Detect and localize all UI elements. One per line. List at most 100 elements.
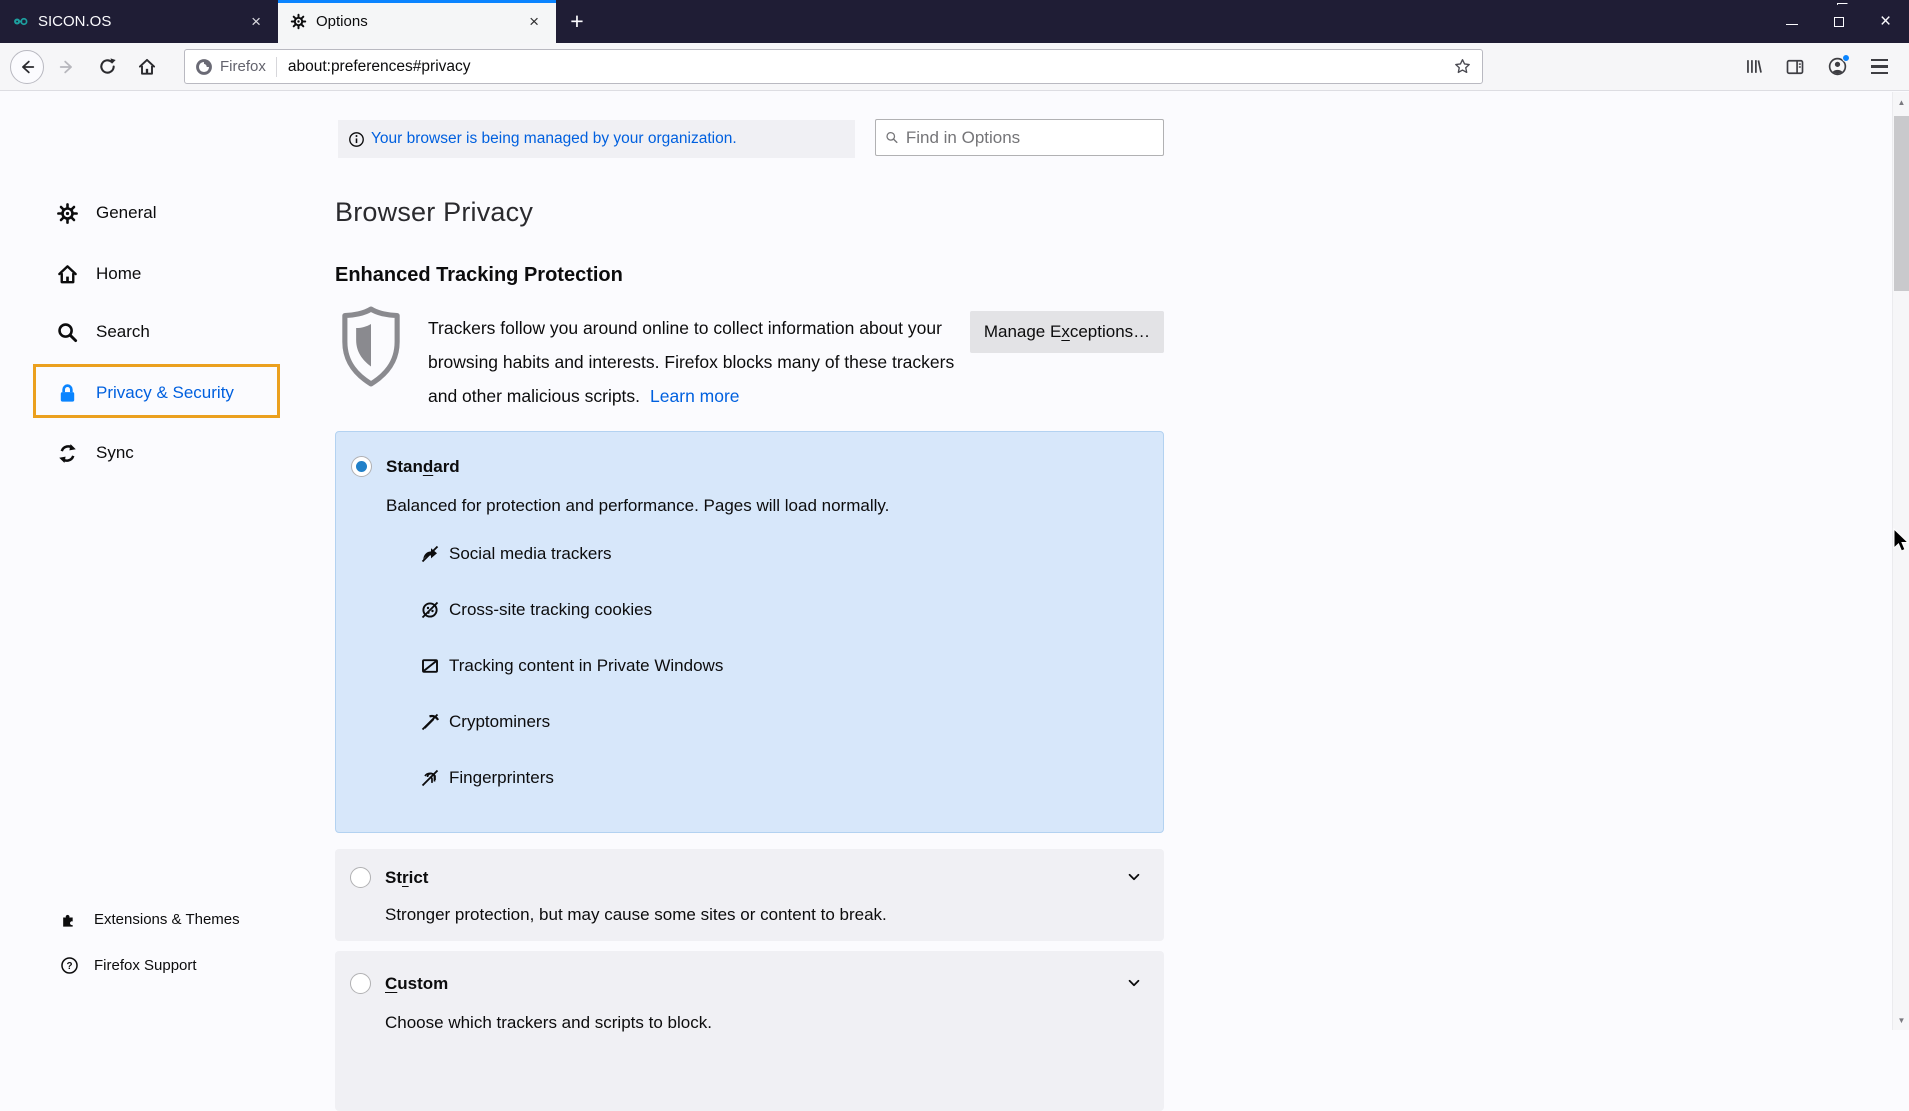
standard-description: Balanced for protection and performance.… <box>386 496 889 516</box>
list-item: Fingerprinters <box>420 768 723 788</box>
social-media-trackers-icon <box>420 544 440 564</box>
sidebar-item-label: Search <box>96 322 150 342</box>
minimize-icon <box>1786 24 1798 25</box>
cryptominers-icon <box>420 712 440 732</box>
restore-icon <box>1834 17 1844 27</box>
menu-button[interactable] <box>1863 51 1895 83</box>
find-in-options-box[interactable] <box>875 119 1164 156</box>
sidebar-item-sync[interactable]: Sync <box>55 431 134 475</box>
url-separator <box>276 57 277 77</box>
custom-label: Custom <box>385 974 448 994</box>
section-title: Enhanced Tracking Protection <box>335 264 623 287</box>
sidebar-item-label: Home <box>96 264 141 284</box>
url-bar[interactable]: Firefox about:preferences#privacy <box>184 49 1483 84</box>
reload-icon <box>98 57 117 76</box>
url-text[interactable]: about:preferences#privacy <box>288 58 1453 76</box>
chevron-down-icon[interactable] <box>1126 869 1142 885</box>
close-window-button[interactable]: × <box>1862 0 1909 43</box>
tab-options[interactable]: Options × <box>278 0 556 43</box>
new-tab-button[interactable]: + <box>556 0 598 43</box>
restore-button[interactable] <box>1815 0 1862 43</box>
window-controls: × <box>1768 0 1909 43</box>
find-in-options-input[interactable] <box>906 128 1154 148</box>
library-icon <box>1744 57 1763 76</box>
sidebars-button[interactable] <box>1779 51 1811 83</box>
sidebar-item-general[interactable]: General <box>55 191 156 235</box>
custom-radio[interactable] <box>350 973 371 994</box>
sidebar-item-extensions-themes[interactable]: Extensions & Themes <box>60 904 240 934</box>
account-notification-dot <box>1842 54 1850 62</box>
list-item: Cryptominers <box>420 712 723 732</box>
tab-title: SICON.OS <box>38 13 237 30</box>
list-item: Social media trackers <box>420 544 723 564</box>
back-icon <box>10 50 44 84</box>
standard-label: Standard <box>386 457 460 477</box>
tab-title: Options <box>316 13 515 30</box>
strict-description: Stronger protection, but may cause some … <box>385 905 887 925</box>
search-icon <box>55 320 79 344</box>
forward-icon <box>58 58 76 76</box>
search-icon <box>885 130 899 145</box>
sidebar-item-home[interactable]: Home <box>55 252 141 296</box>
strict-option-panel[interactable]: Strict Stronger protection, but may caus… <box>335 849 1164 941</box>
shield-icon <box>338 306 404 388</box>
navigation-toolbar: Firefox about:preferences#privacy <box>0 43 1909 91</box>
back-button[interactable] <box>10 50 44 84</box>
tab-close-icon[interactable]: × <box>246 11 266 32</box>
hamburger-icon <box>1871 59 1888 73</box>
preferences-page: General Home Search Privacy & Security S… <box>0 92 1909 1030</box>
manage-exceptions-button[interactable]: Manage Exceptions… <box>970 311 1164 353</box>
learn-more-link[interactable]: Learn more <box>650 386 740 406</box>
strict-radio[interactable] <box>350 867 371 888</box>
mouse-cursor <box>1893 528 1909 554</box>
minimize-button[interactable] <box>1768 0 1815 43</box>
tracking-content-icon <box>420 656 440 676</box>
sidebar-footer-label: Firefox Support <box>94 957 197 974</box>
managed-notice-link[interactable]: Your browser is being managed by your or… <box>371 130 737 148</box>
puzzle-piece-icon <box>60 910 79 929</box>
scrollbar-thumb[interactable] <box>1894 116 1909 291</box>
svg-text:?: ? <box>66 960 72 971</box>
sidebar-item-firefox-support[interactable]: ? Firefox Support <box>60 950 197 980</box>
identity-label: Firefox <box>220 58 266 75</box>
sidebar-footer-label: Extensions & Themes <box>94 911 240 928</box>
reload-button[interactable] <box>90 50 124 84</box>
custom-description: Choose which trackers and scripts to blo… <box>385 1013 712 1033</box>
home-icon <box>137 57 157 77</box>
list-item: Cross-site tracking cookies <box>420 600 723 620</box>
sync-icon <box>55 441 79 465</box>
question-mark-icon: ? <box>60 956 79 975</box>
sidebar-item-label: Sync <box>96 443 134 463</box>
sicon-favicon-icon <box>12 13 29 30</box>
sidebar-item-privacy-security[interactable]: Privacy & Security <box>55 371 234 415</box>
blocked-items-list: Social media trackers Cross-site trackin… <box>420 544 723 788</box>
custom-option-panel[interactable]: Custom Choose which trackers and scripts… <box>335 951 1164 1111</box>
library-button[interactable] <box>1737 51 1769 83</box>
list-item: Tracking content in Private Windows <box>420 656 723 676</box>
managed-browser-notice[interactable]: Your browser is being managed by your or… <box>338 120 855 158</box>
sidebars-icon <box>1785 57 1805 77</box>
tab-sicon-os[interactable]: SICON.OS × <box>0 0 278 43</box>
account-button[interactable] <box>1821 51 1853 83</box>
forward-button[interactable] <box>50 50 84 84</box>
cross-site-cookies-icon <box>420 600 440 620</box>
home-icon <box>55 262 79 286</box>
sidebar-item-label: Privacy & Security <box>96 383 234 403</box>
scroll-down-icon[interactable]: ▼ <box>1893 1012 1909 1028</box>
etp-description: Trackers follow you around online to col… <box>428 311 968 413</box>
tab-close-icon[interactable]: × <box>524 11 544 32</box>
vertical-scrollbar[interactable]: ▲ ▼ <box>1892 92 1909 1030</box>
standard-option-panel[interactable]: Standard Balanced for protection and per… <box>335 431 1164 833</box>
sidebar-item-search[interactable]: Search <box>55 310 150 354</box>
close-icon: × <box>1880 12 1891 31</box>
standard-radio[interactable] <box>351 456 372 477</box>
gear-icon <box>55 201 79 225</box>
strict-label: Strict <box>385 868 428 888</box>
home-button[interactable] <box>130 50 164 84</box>
firefox-icon <box>195 58 213 76</box>
scroll-up-icon[interactable]: ▲ <box>1893 94 1909 110</box>
sidebar-item-label: General <box>96 203 156 223</box>
toolbar-right-icons <box>1737 51 1899 83</box>
chevron-down-icon[interactable] <box>1126 975 1142 991</box>
bookmark-star-icon[interactable] <box>1453 57 1472 76</box>
